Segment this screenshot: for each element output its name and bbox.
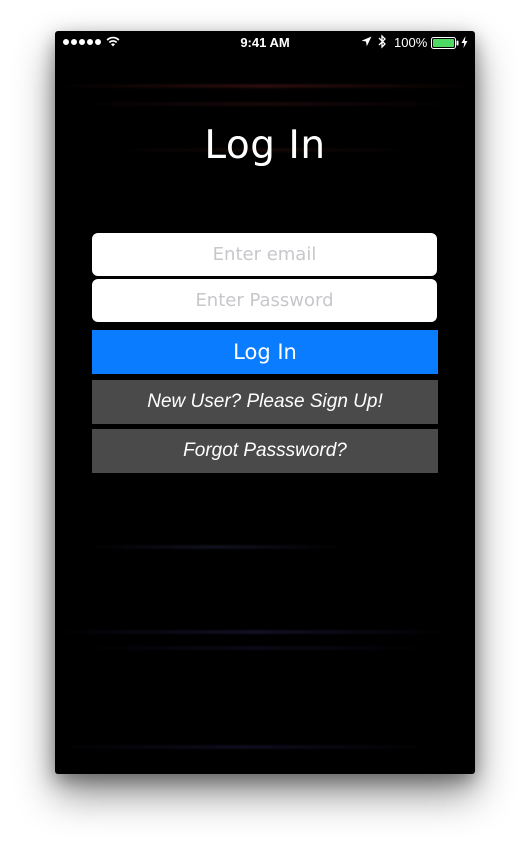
battery-percent: 100% <box>394 35 428 50</box>
page-title: Log In <box>204 123 326 168</box>
background-streak <box>55 746 435 748</box>
charging-bolt-icon <box>461 36 468 48</box>
battery-icon <box>431 37 459 49</box>
app-screen: 9:41 AM 100% Log In Log In New User? Ple… <box>55 31 475 774</box>
background-streak <box>55 85 475 87</box>
bluetooth-icon <box>378 34 386 49</box>
email-field[interactable] <box>92 233 437 276</box>
signup-button[interactable]: New User? Please Sign Up! <box>92 380 438 424</box>
status-bar: 9:41 AM 100% <box>55 31 475 53</box>
password-field[interactable] <box>92 279 437 322</box>
forgot-password-button[interactable]: Forgot Passsword? <box>92 429 438 473</box>
background-streak <box>75 647 435 649</box>
location-arrow-icon <box>361 36 372 47</box>
background-streak <box>75 103 455 105</box>
login-button[interactable]: Log In <box>92 330 438 374</box>
background-streak <box>85 546 345 548</box>
background-streak <box>55 631 455 633</box>
